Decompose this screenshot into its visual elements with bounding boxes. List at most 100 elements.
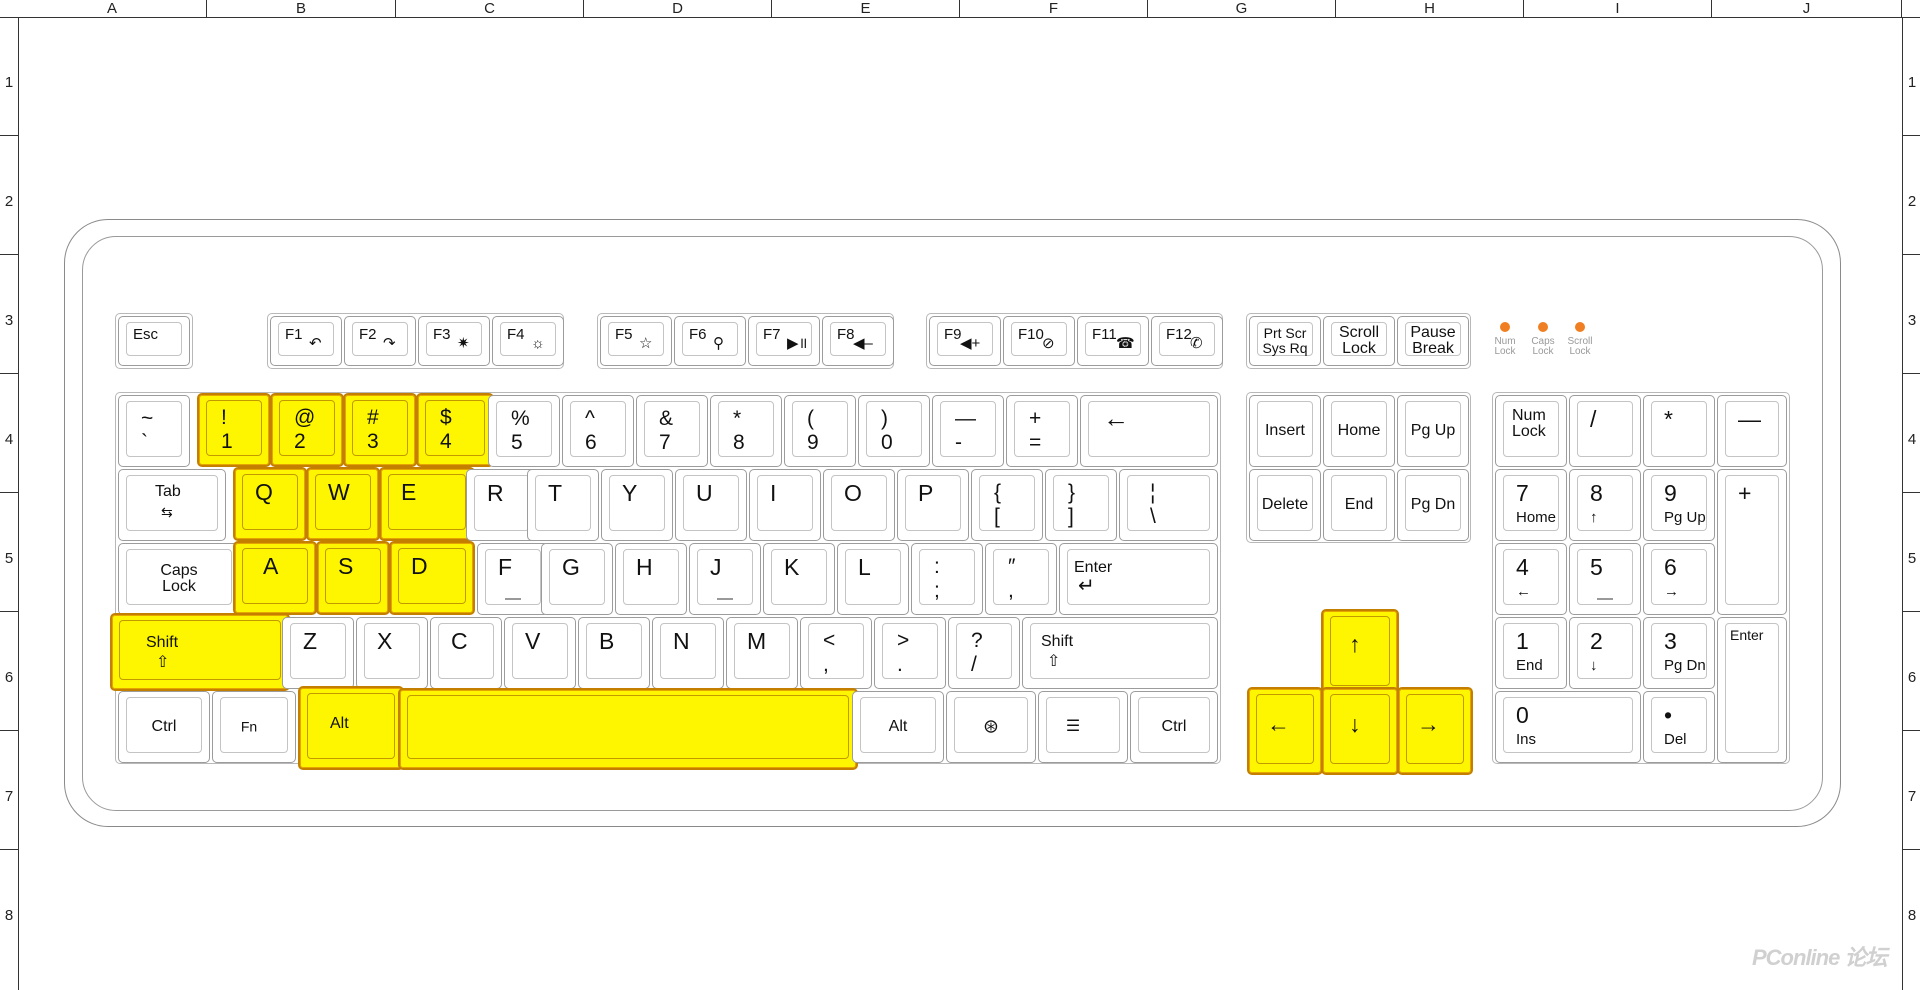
key-right-bracket[interactable]: }]: [1045, 469, 1117, 541]
key-equals[interactable]: + =: [1006, 395, 1078, 467]
key-numpad-5[interactable]: 5: [1569, 543, 1641, 615]
key-f[interactable]: F: [477, 543, 549, 615]
key-enter[interactable]: Enter ↵: [1059, 543, 1218, 615]
key-b[interactable]: B: [578, 617, 650, 689]
key-arrow-left[interactable]: ←: [1247, 687, 1323, 775]
key-end[interactable]: End: [1323, 469, 1395, 541]
key-delete[interactable]: Delete: [1249, 469, 1321, 541]
key-8[interactable]: * 8: [710, 395, 782, 467]
key-backslash[interactable]: ¦ \: [1119, 469, 1218, 541]
key-6[interactable]: ^ 6: [562, 395, 634, 467]
key-fn[interactable]: Fn: [212, 691, 296, 763]
key-numpad-0[interactable]: 0 Ins: [1495, 691, 1641, 763]
key-0[interactable]: ) 0: [858, 395, 930, 467]
key-numpad-8[interactable]: 8 ↑: [1569, 469, 1641, 541]
key-f9[interactable]: F9 ◀+: [929, 316, 1001, 366]
key-numpad-divide[interactable]: /: [1569, 395, 1641, 467]
key-numpad-7[interactable]: 7 Home: [1495, 469, 1567, 541]
key-tilde[interactable]: ~ `: [118, 395, 190, 467]
key-7[interactable]: & 7: [636, 395, 708, 467]
key-5[interactable]: % 5: [488, 395, 560, 467]
key-right-alt[interactable]: Alt: [852, 691, 944, 763]
key-q[interactable]: Q: [233, 467, 307, 541]
key-slash[interactable]: ? /: [948, 617, 1020, 689]
key-left-shift[interactable]: Shift ⇧: [110, 613, 290, 691]
key-f10[interactable]: F10 ⊘: [1003, 316, 1075, 366]
key-numpad-6[interactable]: 6 →: [1643, 543, 1715, 615]
key-period[interactable]: >.: [874, 617, 946, 689]
key-tab[interactable]: Tab ⇆: [118, 469, 226, 541]
key-page-down[interactable]: Pg Dn: [1397, 469, 1469, 541]
key-l[interactable]: L: [837, 543, 909, 615]
key-menu[interactable]: ☰: [1038, 691, 1128, 763]
key-f1[interactable]: F1 ↶: [270, 316, 342, 366]
key-num-lock[interactable]: Num Lock: [1495, 395, 1567, 467]
key-numpad-multiply[interactable]: *: [1643, 395, 1715, 467]
key-j[interactable]: J: [689, 543, 761, 615]
key-numpad-decimal[interactable]: • Del: [1643, 691, 1715, 763]
key-comma[interactable]: <,: [800, 617, 872, 689]
key-k[interactable]: K: [763, 543, 835, 615]
key-backspace[interactable]: ←: [1080, 395, 1218, 467]
key-f12[interactable]: F12 ✆: [1151, 316, 1223, 366]
key-f3[interactable]: F3 ✷: [418, 316, 490, 366]
key-f11[interactable]: F11 ☎: [1077, 316, 1149, 366]
key-prtscr[interactable]: Prt Scr Sys Rq: [1249, 316, 1321, 366]
key-f8[interactable]: F8 ◀–: [822, 316, 894, 366]
key-quote[interactable]: ″,: [985, 543, 1057, 615]
key-numpad-enter[interactable]: Enter: [1717, 617, 1787, 763]
key-space[interactable]: [398, 688, 858, 770]
key-2[interactable]: @2: [270, 393, 344, 467]
key-i[interactable]: I: [749, 469, 821, 541]
key-numpad-3[interactable]: 3 Pg Dn: [1643, 617, 1715, 689]
key-c[interactable]: C: [430, 617, 502, 689]
key-f7[interactable]: F7 ▶॥: [748, 316, 820, 366]
key-minus[interactable]: — -: [932, 395, 1004, 467]
key-d[interactable]: D: [389, 541, 475, 615]
key-m[interactable]: M: [726, 617, 798, 689]
key-numpad-4[interactable]: 4 ←: [1495, 543, 1567, 615]
key-f2[interactable]: F2 ↷: [344, 316, 416, 366]
key-numpad-9[interactable]: 9 Pg Up: [1643, 469, 1715, 541]
key-a[interactable]: A: [233, 541, 317, 615]
key-numpad-minus[interactable]: —: [1717, 395, 1787, 467]
key-h[interactable]: H: [615, 543, 687, 615]
key-right-shift[interactable]: Shift ⇧: [1022, 617, 1218, 689]
key-f6[interactable]: F6 ⚲: [674, 316, 746, 366]
key-y[interactable]: Y: [601, 469, 673, 541]
key-numpad-1[interactable]: 1 End: [1495, 617, 1567, 689]
key-semicolon[interactable]: :;: [911, 543, 983, 615]
key-arrow-down[interactable]: ↓: [1321, 687, 1399, 775]
key-1[interactable]: ! 1: [197, 393, 271, 467]
key-u[interactable]: U: [675, 469, 747, 541]
key-f5[interactable]: F5 ☆: [600, 316, 672, 366]
key-page-up[interactable]: Pg Up: [1397, 395, 1469, 467]
key-9[interactable]: (9: [784, 395, 856, 467]
key-home[interactable]: Home: [1323, 395, 1395, 467]
key-arrow-right[interactable]: →: [1397, 687, 1473, 775]
key-pause[interactable]: Pause Break: [1397, 316, 1469, 366]
key-4[interactable]: $4: [416, 393, 494, 467]
key-arrow-up[interactable]: ↑: [1321, 609, 1399, 697]
key-numpad-plus[interactable]: +: [1717, 469, 1787, 615]
key-left-ctrl[interactable]: Ctrl: [118, 691, 210, 763]
key-left-alt[interactable]: Alt: [298, 686, 404, 770]
key-o[interactable]: O: [823, 469, 895, 541]
key-p[interactable]: P: [897, 469, 969, 541]
key-z[interactable]: Z: [282, 617, 354, 689]
key-g[interactable]: G: [541, 543, 613, 615]
key-caps-lock[interactable]: Caps Lock: [118, 543, 240, 615]
key-w[interactable]: W: [306, 467, 380, 541]
key-numpad-2[interactable]: 2 ↓: [1569, 617, 1641, 689]
key-t[interactable]: T: [527, 469, 599, 541]
key-f4[interactable]: F4 ☼: [492, 316, 564, 366]
key-x[interactable]: X: [356, 617, 428, 689]
key-v[interactable]: V: [504, 617, 576, 689]
key-e[interactable]: E: [379, 467, 475, 541]
key-insert[interactable]: Insert: [1249, 395, 1321, 467]
key-3[interactable]: #3: [343, 393, 417, 467]
key-scroll-lock[interactable]: Scroll Lock: [1323, 316, 1395, 366]
key-n[interactable]: N: [652, 617, 724, 689]
key-esc[interactable]: Esc: [118, 316, 190, 366]
key-s[interactable]: S: [316, 541, 390, 615]
